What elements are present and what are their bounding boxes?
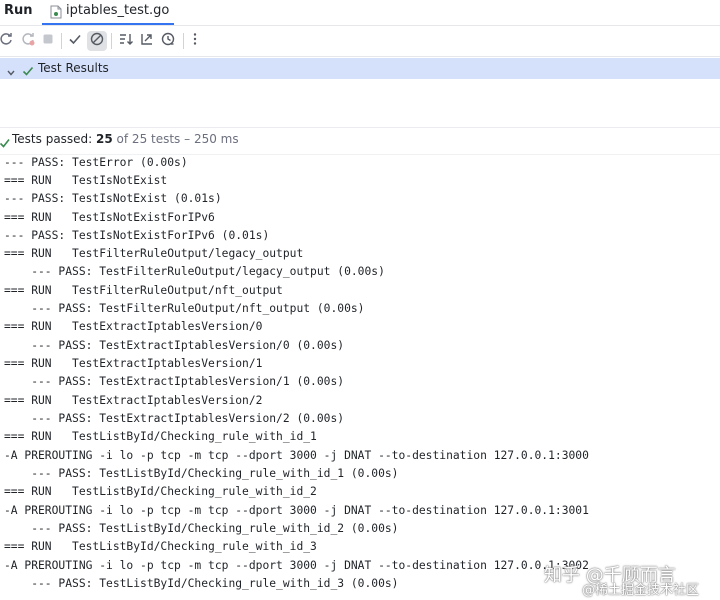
test-passed-icon [22, 62, 34, 81]
console-line: === RUN TestListById/Checking_rule_with_… [4, 540, 317, 553]
watermark-juejin: @稀土掘金技术社区 [582, 583, 700, 598]
tool-window-header: Run iptables_test.go [0, 0, 720, 26]
test-status-bar: Tests passed: 25 of 25 tests – 250 ms [0, 128, 720, 155]
console-line: === RUN TestIsNotExistForIPv6 [4, 211, 215, 224]
test-history-button[interactable] [158, 31, 178, 51]
toolbar-separator [183, 33, 184, 49]
console-line: --- PASS: TestListById/Checking_rule_wit… [4, 522, 399, 535]
tests-passed-icon [0, 134, 10, 153]
chevron-down-icon[interactable] [6, 63, 16, 82]
rerun-icon [0, 31, 14, 51]
history-icon [160, 31, 176, 51]
show-ignored-icon [89, 31, 105, 51]
collapse-icon [139, 31, 155, 51]
console-line: --- PASS: TestIsNotExist (0.01s) [4, 192, 222, 205]
more-options-button[interactable] [185, 31, 205, 51]
console-line: --- PASS: TestIsNotExistForIPv6 (0.01s) [4, 229, 270, 242]
console-line: --- PASS: TestListById/Checking_rule_wit… [4, 577, 399, 590]
console-line: --- PASS: TestExtractIptablesVersion/2 (… [4, 412, 345, 425]
console-line: -A PREROUTING -i lo -p tcp -m tcp --dpor… [4, 559, 589, 572]
console-line: --- PASS: TestListById/Checking_rule_wit… [4, 467, 399, 480]
console-line: === RUN TestExtractIptablesVersion/1 [4, 357, 263, 370]
tree-item-label: Test Results [38, 61, 109, 75]
test-summary: Tests passed: 25 of 25 tests – 250 ms [12, 132, 239, 146]
console-line: === RUN TestListById/Checking_rule_with_… [4, 485, 317, 498]
sort-alphabetically-button[interactable] [116, 31, 136, 51]
console-line: --- PASS: TestExtractIptablesVersion/1 (… [4, 375, 345, 388]
go-file-icon [50, 4, 62, 23]
tab-iptables-test[interactable]: iptables_test.go [42, 0, 174, 25]
tab-label: iptables_test.go [66, 3, 170, 18]
toolbar-separator [61, 33, 62, 49]
console-line: -A PREROUTING -i lo -p tcp -m tcp --dpor… [4, 449, 589, 462]
console-line: === RUN TestFilterRuleOutput/legacy_outp… [4, 247, 304, 260]
toolbar-separator [111, 33, 112, 49]
rerun-failed-icon [20, 31, 36, 51]
passed-count: 25 [96, 132, 113, 146]
tree-item-test-results[interactable]: Test Results [0, 58, 720, 79]
more-icon [187, 31, 203, 51]
console-line: === RUN TestListById/Checking_rule_with_… [4, 430, 317, 443]
console-line: === RUN TestExtractIptablesVersion/2 [4, 394, 263, 407]
summary-prefix: Tests passed: [12, 132, 97, 146]
collapse-all-button[interactable] [137, 31, 157, 51]
summary-rest: of 25 tests – 250 ms [112, 132, 239, 146]
show-ignored-button[interactable] [87, 31, 107, 51]
test-runner-toolbar [0, 26, 720, 57]
console-line: === RUN TestExtractIptablesVersion/0 [4, 320, 263, 333]
console-line: === RUN TestIsNotExist [4, 174, 168, 187]
console-line: --- PASS: TestFilterRuleOutput/nft_outpu… [4, 302, 365, 315]
console-line: === RUN TestFilterRuleOutput/nft_output [4, 284, 283, 297]
console-line: --- PASS: TestError (0.00s) [4, 156, 188, 169]
show-passed-button[interactable] [65, 31, 85, 51]
sort-alpha-icon [118, 31, 134, 51]
stop-icon [40, 31, 56, 51]
console-output[interactable]: --- PASS: TestError (0.00s) === RUN Test… [0, 155, 720, 600]
stop-button[interactable] [38, 31, 58, 51]
console-line: --- PASS: TestFilterRuleOutput/legacy_ou… [4, 265, 385, 278]
show-passed-icon [67, 31, 83, 51]
console-line: -A PREROUTING -i lo -p tcp -m tcp --dpor… [4, 504, 589, 517]
rerun-failed-button[interactable] [18, 31, 38, 51]
console-line: --- PASS: TestExtractIptablesVersion/0 (… [4, 339, 345, 352]
run-tool-window-title: Run [4, 3, 33, 18]
test-tree: Test Results [0, 57, 720, 128]
rerun-button[interactable] [0, 31, 16, 51]
